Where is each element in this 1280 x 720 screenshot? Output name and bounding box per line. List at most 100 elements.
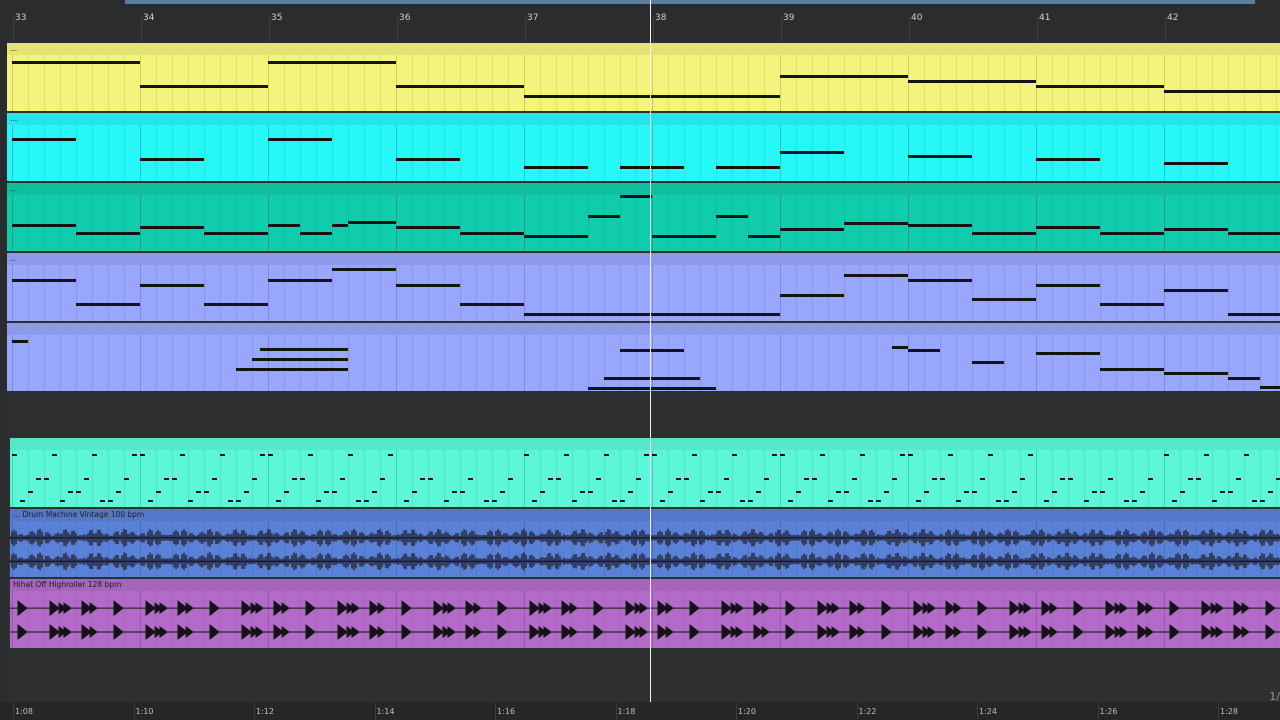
midi-note[interactable] <box>780 228 844 231</box>
midi-note[interactable] <box>260 348 348 351</box>
midi-note[interactable] <box>132 454 137 456</box>
midi-note[interactable] <box>708 491 713 493</box>
midi-note[interactable] <box>12 454 17 456</box>
midi-note[interactable] <box>796 491 801 493</box>
midi-note[interactable] <box>28 491 33 493</box>
midi-note[interactable] <box>812 478 817 480</box>
midi-note[interactable] <box>860 454 865 456</box>
midi-note[interactable] <box>652 235 716 238</box>
midi-note[interactable] <box>1188 478 1193 480</box>
midi-note[interactable] <box>908 80 1036 83</box>
midi-note[interactable] <box>332 224 348 227</box>
midi-note[interactable] <box>1148 478 1153 480</box>
midi-note[interactable] <box>1164 372 1228 375</box>
midi-note[interactable] <box>364 500 369 502</box>
midi-note[interactable] <box>1172 500 1177 502</box>
midi-note[interactable] <box>292 478 297 480</box>
midi-note[interactable] <box>124 478 129 480</box>
midi-note[interactable] <box>348 221 396 224</box>
midi-note[interactable] <box>964 491 969 493</box>
midi-note[interactable] <box>1196 478 1201 480</box>
midi-note[interactable] <box>1180 491 1185 493</box>
midi-note[interactable] <box>460 491 465 493</box>
track-lane[interactable] <box>0 322 1280 392</box>
midi-note[interactable] <box>1084 500 1089 502</box>
midi-clip[interactable]: ... <box>7 183 1280 251</box>
midi-note[interactable] <box>1228 232 1280 235</box>
midi-note[interactable] <box>716 215 748 218</box>
midi-note[interactable] <box>12 279 76 282</box>
midi-note[interactable] <box>1012 491 1017 493</box>
midi-note[interactable] <box>1036 352 1100 355</box>
midi-note[interactable] <box>164 478 169 480</box>
midi-note[interactable] <box>780 454 785 456</box>
clip-title[interactable] <box>10 438 1280 450</box>
midi-note[interactable] <box>924 491 929 493</box>
midi-note[interactable] <box>620 500 625 502</box>
midi-note[interactable] <box>1228 377 1260 380</box>
midi-note[interactable] <box>988 454 993 456</box>
midi-note[interactable] <box>252 478 257 480</box>
clip-title[interactable]: ... <box>7 113 1280 125</box>
midi-note[interactable] <box>756 491 761 493</box>
midi-note[interactable] <box>68 491 73 493</box>
midi-note[interactable] <box>308 454 313 456</box>
midi-note[interactable] <box>524 235 588 238</box>
midi-note[interactable] <box>356 500 361 502</box>
midi-note[interactable] <box>44 478 49 480</box>
midi-note[interactable] <box>388 454 393 456</box>
midi-note[interactable] <box>780 75 908 78</box>
midi-note[interactable] <box>332 491 337 493</box>
midi-note[interactable] <box>228 500 233 502</box>
midi-note[interactable] <box>1100 232 1164 235</box>
midi-note[interactable] <box>1052 491 1057 493</box>
midi-note[interactable] <box>1164 90 1280 93</box>
midi-note[interactable] <box>268 61 396 64</box>
midi-note[interactable] <box>636 478 641 480</box>
midi-note[interactable] <box>1164 162 1228 165</box>
midi-note[interactable] <box>524 313 780 316</box>
midi-note[interactable] <box>484 500 489 502</box>
midi-note[interactable] <box>84 478 89 480</box>
midi-note[interactable] <box>612 500 617 502</box>
midi-note[interactable] <box>396 284 460 287</box>
midi-note[interactable] <box>1276 478 1280 480</box>
midi-note[interactable] <box>12 340 28 343</box>
time-ruler[interactable]: 1:08 1:10 1:12 1:14 1:16 1:18 1:20 1:22 1:24 1:26… <box>0 702 1280 720</box>
midi-note[interactable] <box>324 491 329 493</box>
midi-note[interactable] <box>260 454 265 456</box>
midi-note[interactable] <box>76 303 140 306</box>
playhead[interactable] <box>650 0 651 702</box>
midi-note[interactable] <box>52 454 57 456</box>
midi-note[interactable] <box>644 454 649 456</box>
midi-note[interactable] <box>524 454 529 456</box>
midi-note[interactable] <box>748 500 753 502</box>
midi-note[interactable] <box>396 226 460 229</box>
midi-note[interactable] <box>284 491 289 493</box>
midi-note[interactable] <box>900 454 905 456</box>
midi-note[interactable] <box>724 478 729 480</box>
midi-note[interactable] <box>236 500 241 502</box>
midi-note[interactable] <box>1100 368 1164 371</box>
track-lane[interactable]: ... Drum Machine Vintage 100 bpm <box>0 508 1280 578</box>
midi-note[interactable] <box>140 158 204 161</box>
midi-note[interactable] <box>508 478 513 480</box>
midi-note[interactable] <box>892 346 908 349</box>
midi-note[interactable] <box>1036 226 1100 229</box>
midi-note[interactable] <box>972 298 1036 301</box>
midi-note[interactable] <box>220 454 225 456</box>
track-lane[interactable]: Hihat Off Highroller 128 bpm <box>0 578 1280 649</box>
arrangement-view[interactable]: ............ ... Drum Machine Vintage 100… <box>0 42 1280 702</box>
midi-note[interactable] <box>460 232 524 235</box>
midi-note[interactable] <box>1132 500 1137 502</box>
midi-note[interactable] <box>772 454 777 456</box>
midi-note[interactable] <box>700 500 705 502</box>
midi-note[interactable] <box>236 368 348 371</box>
midi-note[interactable] <box>948 454 953 456</box>
midi-note[interactable] <box>956 500 961 502</box>
midi-note[interactable] <box>396 158 460 161</box>
midi-note[interactable] <box>340 478 345 480</box>
midi-note[interactable] <box>1036 158 1100 161</box>
midi-note[interactable] <box>676 478 681 480</box>
clip-title[interactable]: ... <box>7 43 1280 55</box>
